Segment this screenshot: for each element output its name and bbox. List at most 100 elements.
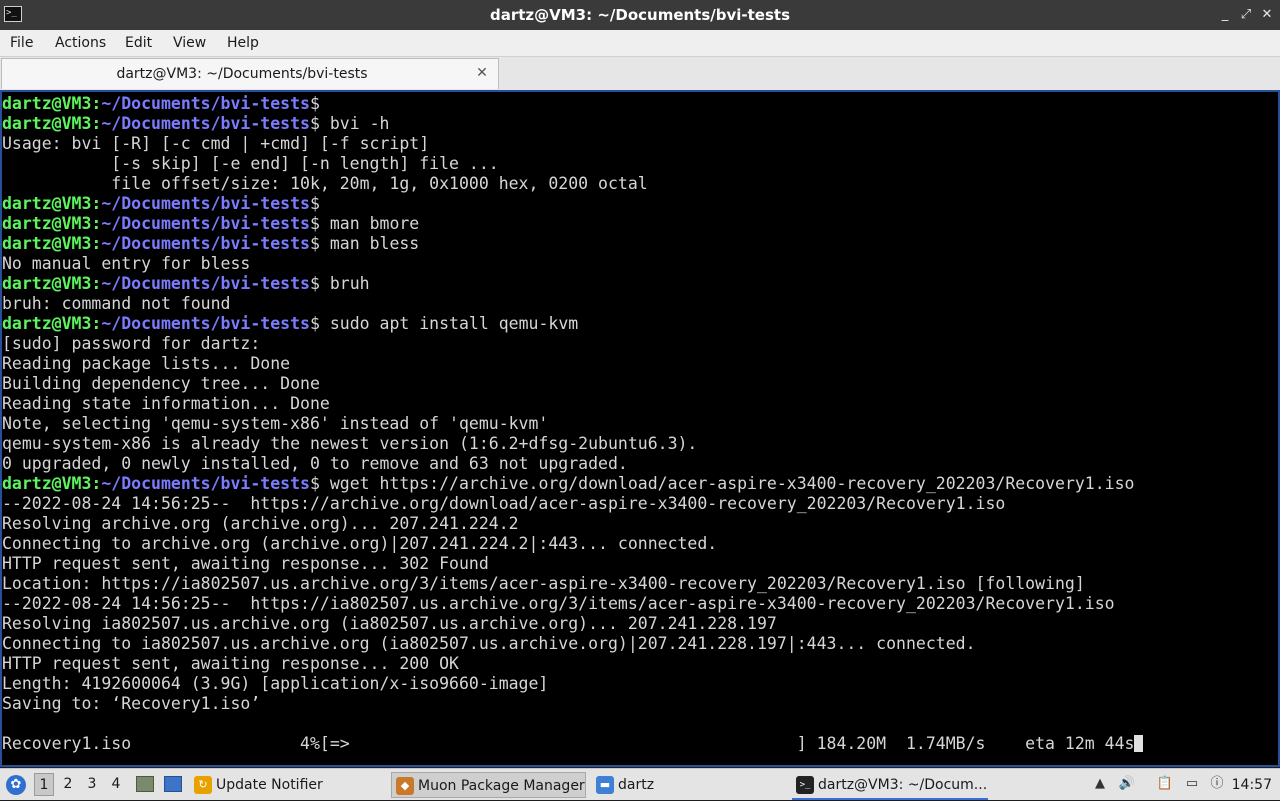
terminal-tab[interactable]: dartz@VM3: ~/Documents/bvi-tests ✕ [1,58,499,89]
scroll-up-icon[interactable]: ▲ [1091,775,1109,793]
task-file-manager-dartz[interactable]: ▬ dartz [592,772,786,798]
workspace-2[interactable]: 2 [58,773,78,796]
output-text: Resolving ia802507.us.archive.org (ia802… [2,614,777,633]
output-text: Connecting to ia802507.us.archive.org (i… [2,634,976,653]
taskbar: ✿ 1 2 3 4 ↻ Update Notifier ◆ Muon Packa… [0,768,1280,800]
prompt-user: dartz@VM3 [2,234,92,253]
command-text: sudo apt install qemu-kvm [319,314,579,333]
prompt-separator: : [91,114,102,133]
output-text: Saving to: ‘Recovery1.iso’ [2,694,261,713]
menu-actions[interactable]: Actions [55,30,106,56]
terminal-output-line: HTTP request sent, awaiting response... … [2,554,1143,574]
prompt-separator: : [91,234,102,253]
output-text: HTTP request sent, awaiting response... … [2,554,489,573]
menu-edit[interactable]: Edit [125,30,152,56]
task-label: dartz [618,777,655,793]
tab-close-icon[interactable]: ✕ [474,64,490,82]
notification-icon[interactable]: ⓘ [1208,775,1226,793]
network-icon[interactable]: ▭ [1183,775,1201,793]
close-button[interactable]: ✕ [1258,6,1276,24]
command-text: wget https://archive.org/download/acer-a… [319,474,1135,493]
output-text: [-s skip] [-e end] [-n length] file ... [2,154,499,173]
terminal-output-line: bruh: command not found [2,294,1143,314]
prompt-suffix: $ [309,214,320,233]
output-text: 0 upgraded, 0 newly installed, 0 to remo… [2,454,628,473]
terminal-prompt-line: dartz@VM3:~/Documents/bvi-tests$ man ble… [2,234,1143,254]
task-update-notifier[interactable]: ↻ Update Notifier [190,772,386,798]
output-text: qemu-system-x86 is already the newest ve… [2,434,698,453]
terminal-output-line: Note, selecting 'qemu-system-x86' instea… [2,414,1143,434]
prompt-suffix: $ [309,274,320,293]
terminal-output-line: Saving to: ‘Recovery1.iso’ [2,694,1143,714]
workspace-1[interactable]: 1 [34,773,54,796]
terminal-output-line: 0 upgraded, 0 newly installed, 0 to remo… [2,454,1143,474]
tab-bar: dartz@VM3: ~/Documents/bvi-tests ✕ [0,57,1280,90]
command-text: man bmore [319,214,420,233]
output-text: Location: https://ia802507.us.archive.or… [2,574,1085,593]
muon-package-icon: ◆ [396,777,414,795]
task-terminal[interactable]: >_ dartz@VM3: ~/Docum... [792,772,988,800]
prompt-path: ~/Documents/bvi-tests [101,474,310,493]
task-label: dartz@VM3: ~/Docum... [818,777,988,793]
file-manager-launcher-icon[interactable] [136,776,154,792]
terminal-output-line: Resolving ia802507.us.archive.org (ia802… [2,614,1143,634]
output-text: [sudo] password for dartz: [2,334,261,353]
terminal-prompt-line: dartz@VM3:~/Documents/bvi-tests$ wget ht… [2,474,1143,494]
menu-view[interactable]: View [173,30,206,56]
command-text: bruh [319,274,370,293]
minimize-button[interactable]: _ [1216,6,1234,24]
output-text: Resolving archive.org (archive.org)... 2… [2,514,519,533]
terminal-prompt-line: dartz@VM3:~/Documents/bvi-tests$ bruh [2,274,1143,294]
output-text: HTTP request sent, awaiting response... … [2,654,459,673]
terminal-icon: >_ [796,776,814,794]
terminal-output-line: No manual entry for bless [2,254,1143,274]
prompt-separator: : [91,274,102,293]
terminal-prompt-line: dartz@VM3:~/Documents/bvi-tests$ bvi -h [2,114,1143,134]
output-text: Reading package lists... Done [2,354,291,373]
terminal-output[interactable]: dartz@VM3:~/Documents/bvi-tests$ dartz@VM… [0,90,1280,767]
clock[interactable]: 14:57 [1232,769,1272,801]
prompt-suffix: $ [309,94,320,113]
menu-help[interactable]: Help [227,30,259,56]
terminal-output-line: file offset/size: 10k, 20m, 1g, 0x1000 h… [2,174,1143,194]
clipboard-icon[interactable]: 📋 [1156,775,1174,793]
task-label: Update Notifier [216,777,323,793]
folder-icon: ▬ [596,776,614,794]
terminal-output-line: Resolving archive.org (archive.org)... 2… [2,514,1143,534]
prompt-suffix: $ [309,474,320,493]
terminal-output-line: Building dependency tree... Done [2,374,1143,394]
prompt-separator: : [91,94,102,113]
workspace-3[interactable]: 3 [82,773,102,796]
terminal-output-line: --2022-08-24 14:56:25-- https://archive.… [2,494,1143,514]
terminal-output-line: Reading state information... Done [2,394,1143,414]
task-muon-package-manager[interactable]: ◆ Muon Package Manager [391,772,586,798]
prompt-user: dartz@VM3 [2,94,92,113]
workspace-4[interactable]: 4 [106,773,126,796]
prompt-path: ~/Documents/bvi-tests [101,214,310,233]
output-text: --2022-08-24 14:56:25-- https://archive.… [2,494,1006,513]
maximize-button[interactable]: ⤢ [1237,6,1255,24]
prompt-user: dartz@VM3 [2,314,92,333]
volume-icon[interactable]: 🔊 [1118,775,1136,793]
terminal-output-line: [sudo] password for dartz: [2,334,1143,354]
menu-file[interactable]: File [10,30,33,56]
prompt-separator: : [91,194,102,213]
prompt-user: dartz@VM3 [2,214,92,233]
terminal-lines: dartz@VM3:~/Documents/bvi-tests$ dartz@VM… [2,94,1144,754]
prompt-user: dartz@VM3 [2,114,92,133]
prompt-separator: : [91,474,102,493]
prompt-separator: : [91,214,102,233]
prompt-user: dartz@VM3 [2,274,92,293]
menu-bar: File Actions Edit View Help [0,30,1280,57]
prompt-path: ~/Documents/bvi-tests [101,274,310,293]
prompt-suffix: $ [309,194,320,213]
show-desktop-icon[interactable] [164,776,182,792]
start-menu-icon[interactable]: ✿ [6,775,26,795]
terminal-output-line: Reading package lists... Done [2,354,1143,374]
output-text: Reading state information... Done [2,394,330,413]
prompt-user: dartz@VM3 [2,474,92,493]
window-titlebar: >_ dartz@VM3: ~/Documents/bvi-tests _ ⤢ … [0,0,1280,30]
output-text: --2022-08-24 14:56:25-- https://ia802507… [2,594,1115,613]
prompt-path: ~/Documents/bvi-tests [101,234,310,253]
